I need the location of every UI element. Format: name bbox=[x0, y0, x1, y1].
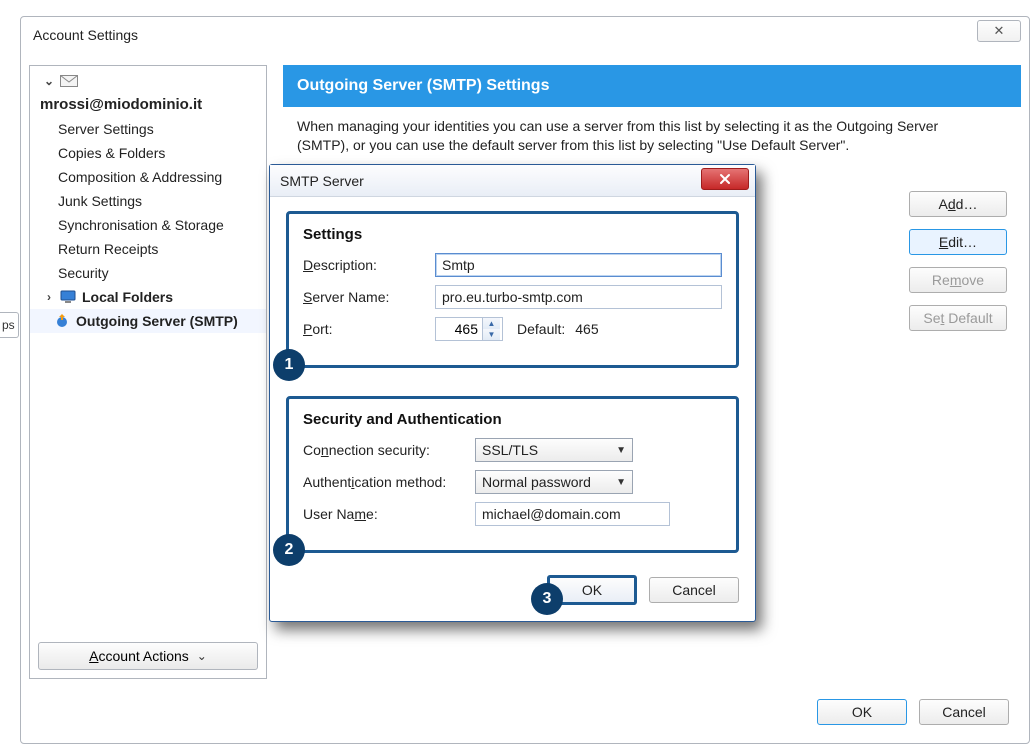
connection-security-select[interactable]: SSL/TLS ▼ bbox=[475, 438, 633, 462]
settings-group-title: Settings bbox=[303, 226, 722, 243]
description-label: Description: bbox=[303, 257, 435, 273]
tree-local-folders[interactable]: › Local Folders bbox=[30, 285, 266, 309]
edit-button[interactable]: Edit… bbox=[909, 229, 1007, 255]
globe-arrow-icon bbox=[54, 313, 70, 329]
main-cancel-button[interactable]: Cancel bbox=[919, 699, 1009, 725]
monitor-icon bbox=[60, 290, 76, 304]
mail-icon bbox=[60, 75, 78, 87]
chevron-down-icon: ⌄ bbox=[197, 649, 207, 663]
add-button[interactable]: Add… bbox=[909, 191, 1007, 217]
dialog-titlebar: SMTP Server bbox=[270, 165, 755, 197]
tree-account-email[interactable]: mrossi@miodominio.it bbox=[30, 92, 266, 117]
panel-header: Outgoing Server (SMTP) Settings bbox=[283, 65, 1021, 107]
tree-item-sync[interactable]: Synchronisation & Storage bbox=[30, 213, 266, 237]
dialog-cancel-button[interactable]: Cancel bbox=[649, 577, 739, 603]
window-title: Account Settings bbox=[33, 27, 138, 43]
tree-item-security[interactable]: Security bbox=[30, 261, 266, 285]
port-label: Port: bbox=[303, 321, 435, 337]
username-input[interactable] bbox=[475, 502, 670, 526]
auth-method-value: Normal password bbox=[482, 474, 591, 490]
spinner-down-icon[interactable]: ▼ bbox=[483, 329, 500, 340]
tree-item-copies-folders[interactable]: Copies & Folders bbox=[30, 141, 266, 165]
account-tree: ⌄ mrossi@miodominio.it Server Settings C… bbox=[29, 65, 267, 679]
dialog-button-row: OK 3 Cancel bbox=[270, 575, 755, 621]
settings-group: Settings Description: Server Name: Port:… bbox=[286, 211, 739, 368]
tree-outgoing-smtp[interactable]: Outgoing Server (SMTP) bbox=[30, 309, 266, 333]
port-spinner[interactable]: ▲ ▼ bbox=[435, 317, 503, 341]
right-button-column: Add… Edit… Remove Set Default bbox=[909, 191, 1007, 331]
close-icon: ✕ bbox=[994, 23, 1005, 39]
chevron-down-icon: ⌄ bbox=[44, 74, 54, 88]
step-badge-1: 1 bbox=[273, 349, 305, 381]
tree-item-return-receipts[interactable]: Return Receipts bbox=[30, 237, 266, 261]
remove-button[interactable]: Remove bbox=[909, 267, 1007, 293]
chevron-right-icon: › bbox=[44, 290, 54, 304]
step-badge-2: 2 bbox=[273, 534, 305, 566]
account-actions: Account Actions ⌄ bbox=[38, 642, 258, 670]
window-close-button[interactable]: ✕ bbox=[977, 20, 1021, 42]
port-input[interactable] bbox=[436, 320, 482, 338]
close-icon bbox=[718, 173, 732, 185]
dropdown-icon: ▼ bbox=[616, 477, 626, 488]
default-port-value: 465 bbox=[575, 321, 598, 337]
footer-buttons: OK Cancel bbox=[817, 699, 1009, 725]
security-group: Security and Authentication Connection s… bbox=[286, 396, 739, 553]
step-badge-3: 3 bbox=[531, 583, 563, 615]
main-ok-button[interactable]: OK bbox=[817, 699, 907, 725]
tree-item-junk[interactable]: Junk Settings bbox=[30, 189, 266, 213]
tree-item-composition[interactable]: Composition & Addressing bbox=[30, 165, 266, 189]
spinner-arrows[interactable]: ▲ ▼ bbox=[482, 318, 500, 340]
username-label: User Name: bbox=[303, 506, 475, 522]
account-actions-label: Account Actions bbox=[89, 648, 189, 664]
server-name-input[interactable] bbox=[435, 285, 722, 309]
connection-security-value: SSL/TLS bbox=[482, 442, 538, 458]
smtp-server-dialog: SMTP Server Settings Description: Server… bbox=[269, 164, 756, 622]
panel-description: When managing your identities you can us… bbox=[283, 107, 983, 161]
left-stub: ps bbox=[0, 312, 19, 338]
tree-local-folders-label: Local Folders bbox=[82, 289, 173, 305]
description-input[interactable] bbox=[435, 253, 722, 277]
auth-method-select[interactable]: Normal password ▼ bbox=[475, 470, 633, 494]
spinner-up-icon[interactable]: ▲ bbox=[483, 318, 500, 329]
account-actions-button[interactable]: Account Actions ⌄ bbox=[38, 642, 258, 670]
dropdown-icon: ▼ bbox=[616, 445, 626, 456]
tree-account-root[interactable]: ⌄ bbox=[30, 70, 266, 92]
security-group-title: Security and Authentication bbox=[303, 411, 722, 428]
connection-security-label: Connection security: bbox=[303, 442, 475, 458]
tree-outgoing-label: Outgoing Server (SMTP) bbox=[76, 313, 238, 329]
set-default-button[interactable]: Set Default bbox=[909, 305, 1007, 331]
titlebar: Account Settings ✕ bbox=[21, 17, 1029, 53]
auth-method-label: Authentication method: bbox=[303, 474, 475, 490]
default-port-label: Default: bbox=[517, 321, 565, 337]
dialog-title-text: SMTP Server bbox=[280, 173, 364, 189]
dialog-close-button[interactable] bbox=[701, 168, 749, 190]
server-name-label: Server Name: bbox=[303, 289, 435, 305]
tree-item-server-settings[interactable]: Server Settings bbox=[30, 117, 266, 141]
